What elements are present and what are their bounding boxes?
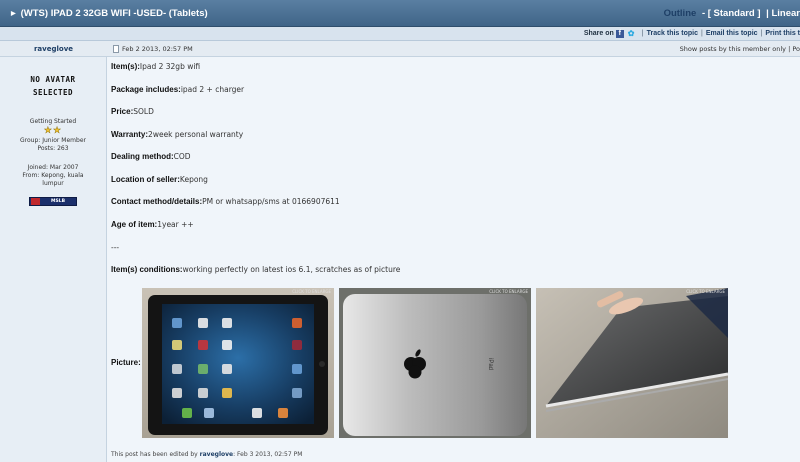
avatar: NO AVATAR SELECTED [30, 75, 76, 97]
ipad-front-image [142, 288, 334, 438]
field-warranty: Warranty:2week personal warranty [111, 130, 244, 139]
author-sidebar: NO AVATAR SELECTED Getting Started ★★ Gr… [0, 57, 107, 462]
rank-stars: ★★ [0, 126, 106, 136]
flag-icon [31, 198, 40, 205]
star-icon: ★ [43, 126, 53, 136]
outline-view-link[interactable]: Outline [664, 8, 697, 19]
enlarge-caption[interactable]: CLICK TO ENLARGE [686, 289, 725, 294]
member-joined: Joined: Mar 2007 [27, 164, 79, 171]
print-topic-link[interactable]: Print this t [765, 30, 800, 37]
divider-text: --- [111, 243, 120, 252]
field-dealing-method: Dealing method:COD [111, 152, 191, 161]
show-member-posts-link[interactable]: Show posts by this member only [680, 45, 786, 53]
track-topic-link[interactable]: Track this topic [647, 30, 698, 37]
triangle-right-icon: ▶ [11, 10, 16, 17]
ipad-side-image [536, 288, 728, 438]
linear-view-link[interactable]: Linear [771, 8, 800, 19]
field-age: Age of item:1year ++ [111, 220, 194, 229]
enlarge-caption[interactable]: CLICK TO ENLARGE [292, 289, 331, 294]
field-price: Price:SOLD [111, 107, 154, 116]
ipad-front-photo[interactable]: CLICK TO ENLARGE [142, 288, 334, 438]
ipad-side-photo[interactable]: CLICK TO ENLARGE [536, 288, 728, 438]
view-separator: - [701, 7, 706, 19]
email-topic-link[interactable]: Email this topic [706, 30, 758, 37]
member-rank: Getting Started [29, 118, 77, 125]
facebook-icon[interactable]: f [615, 29, 624, 38]
share-bar: Share on f ✿ | Track this topic | Email … [0, 27, 800, 41]
document-icon [113, 44, 119, 53]
field-conditions: Item(s) conditions:working perfectly on … [111, 265, 401, 274]
show-posts-options: Show posts by this member only | Po [679, 44, 800, 53]
picture-gallery: CLICK TO ENLARGE CLICK TO ENLARGE iPad C… [142, 288, 728, 438]
picture-label: Picture: [111, 358, 141, 367]
field-contact: Contact method/details:PM or whatsapp/sm… [111, 197, 340, 206]
member-post-count: Posts: 263 [37, 145, 69, 152]
post-header: raveglove Feb 2 2013, 02:57 PM Show post… [0, 41, 800, 57]
post-body: Item(s):Ipad 2 32gb wifi Package include… [107, 57, 800, 462]
edit-note: This post has been edited by raveglove: … [111, 451, 303, 458]
twitter-icon[interactable]: ✿ [628, 29, 637, 38]
standard-view-link[interactable]: [ Standard ] [708, 8, 761, 19]
member-group: Group: Junior Member [20, 137, 86, 144]
star-icon: ★ [53, 126, 63, 136]
post-author[interactable]: raveglove [0, 45, 107, 53]
share-label: Share on [583, 30, 614, 37]
view-separator: | [766, 7, 769, 19]
ipad-back-photo[interactable]: CLICK TO ENLARGE iPad [339, 288, 531, 438]
message-button[interactable]: MSLB [29, 197, 77, 206]
view-options: Outline - [ Standard ] | Linear [664, 8, 800, 19]
field-package: Package includes:ipad 2 + charger [111, 85, 245, 94]
topic-title: (WTS) IPAD 2 32GB WIFI -USED- (Tablets) [20, 7, 208, 19]
topic-title-bar: ▶ (WTS) IPAD 2 32GB WIFI -USED- (Tablets… [0, 0, 800, 27]
editor-name[interactable]: raveglove [200, 451, 233, 458]
post-date: Feb 2 2013, 02:57 PM [113, 44, 193, 53]
enlarge-caption[interactable]: CLICK TO ENLARGE [489, 289, 528, 294]
ipad-back-image: iPad [339, 288, 531, 438]
member-location: From: Kepong, kuala lumpur [22, 172, 84, 187]
field-location: Location of seller:Kepong [111, 175, 208, 184]
svg-text:iPad: iPad [487, 358, 493, 370]
field-item: Item(s):Ipad 2 32gb wifi [111, 62, 201, 71]
